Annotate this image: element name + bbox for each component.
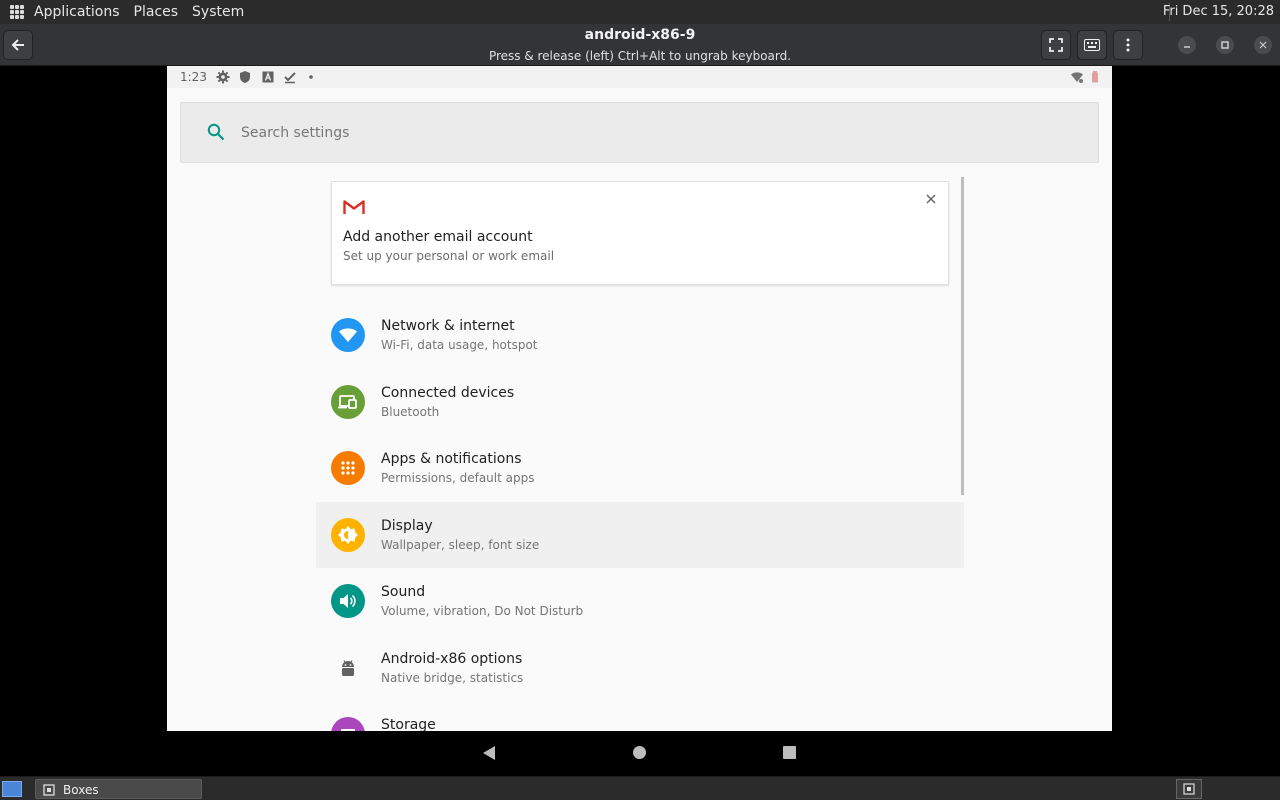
show-desktop-button[interactable] <box>2 781 22 797</box>
shield-icon <box>240 71 250 83</box>
setting-title: Display <box>381 517 433 534</box>
more-vertical-icon <box>1126 38 1130 52</box>
setting-subtitle: Bluetooth <box>381 404 440 419</box>
setting-android-x86-options[interactable]: Android-x86 options Native bridge, stati… <box>316 635 964 702</box>
close-icon <box>1259 41 1267 49</box>
setting-title: Storage <box>381 717 436 731</box>
setting-storage[interactable]: Storage <box>316 701 964 731</box>
taskbar-boxes-button[interactable]: Boxes <box>35 779 202 799</box>
maximize-icon <box>1221 41 1229 49</box>
gmail-icon <box>343 200 365 214</box>
applications-menu[interactable]: Applications <box>34 4 120 20</box>
minimize-icon <box>1184 46 1190 48</box>
status-time: 1:23 <box>180 70 207 84</box>
setting-title: Network & internet <box>381 318 515 334</box>
applications-grid-icon[interactable] <box>10 5 24 19</box>
task-label: Boxes <box>63 783 99 797</box>
search-icon <box>207 123 225 141</box>
system-menu[interactable]: System <box>192 4 244 20</box>
storage-icon <box>331 717 365 731</box>
checkmark-icon <box>284 72 296 84</box>
settings-gear-icon <box>216 70 230 84</box>
fullscreen-icon <box>1049 38 1063 52</box>
top-panel: Applications Places System Fri Dec 15, 2… <box>0 0 1280 24</box>
maximize-button[interactable] <box>1216 36 1234 54</box>
setting-network-internet[interactable]: Network & internet Wi-Fi, data usage, ho… <box>316 302 964 369</box>
setting-title: Connected devices <box>381 384 515 401</box>
search-placeholder: Search settings <box>241 125 350 141</box>
android-nav-bar <box>167 731 1112 775</box>
setting-subtitle: Permissions, default apps <box>381 471 535 485</box>
setting-apps-notifications[interactable]: Apps & notifications Permissions, defaul… <box>316 435 964 502</box>
font-a-icon <box>262 71 274 83</box>
setting-title: Sound <box>381 584 426 600</box>
setting-subtitle: Native bridge, statistics <box>381 670 524 685</box>
volume-icon <box>331 584 365 618</box>
brightness-icon <box>331 517 365 552</box>
android-status-bar: 1:23 <box>167 66 1112 88</box>
suggestion-subtitle: Set up your personal or work email <box>343 249 555 263</box>
dot-icon <box>309 75 313 79</box>
dismiss-suggestion-button[interactable] <box>922 190 940 208</box>
workspace-switcher[interactable] <box>1176 779 1202 799</box>
wifi-icon <box>331 318 365 352</box>
android-icon <box>331 651 365 685</box>
boxes-app-icon <box>43 784 55 796</box>
clock[interactable]: Fri Dec 15, 20:28 <box>1163 4 1274 19</box>
android-screen[interactable]: 1:23 Search settings Add another email a… <box>167 66 1112 731</box>
close-icon <box>926 194 936 204</box>
keyboard-button[interactable] <box>1077 30 1107 60</box>
close-window-button[interactable] <box>1254 36 1272 54</box>
setting-connected-devices[interactable]: Connected devices Bluetooth <box>316 369 964 436</box>
search-settings-bar[interactable]: Search settings <box>180 102 1099 163</box>
places-menu[interactable]: Places <box>134 4 179 20</box>
minimize-button[interactable] <box>1178 36 1196 54</box>
setting-subtitle: Volume, vibration, Do Not Disturb <box>381 604 584 618</box>
settings-list: Network & internet Wi-Fi, data usage, ho… <box>316 302 964 731</box>
keyboard-icon <box>1084 39 1100 51</box>
bottom-taskbar: Boxes <box>0 776 1280 800</box>
suggestion-title: Add another email account <box>343 229 533 245</box>
apps-icon <box>331 451 365 485</box>
nav-recents-button[interactable] <box>783 746 796 759</box>
nav-home-button[interactable] <box>633 746 646 759</box>
menu-button[interactable] <box>1113 30 1143 60</box>
setting-sound[interactable]: Sound Volume, vibration, Do Not Disturb <box>316 568 964 635</box>
setting-subtitle: Wallpaper, sleep, font size <box>381 537 540 552</box>
window-header-bar: android-x86-9 Press & release (left) Ctr… <box>0 24 1280 66</box>
setting-title: Android-x86 options <box>381 650 523 667</box>
suggestion-card[interactable]: Add another email account Set up your pe… <box>331 181 949 285</box>
setting-subtitle: Wi-Fi, data usage, hotspot <box>381 338 538 352</box>
workspace-icon <box>1183 783 1195 795</box>
wifi-status-icon <box>1071 72 1083 83</box>
fullscreen-button[interactable] <box>1041 30 1071 60</box>
nav-back-button[interactable] <box>482 745 496 761</box>
battery-icon <box>1092 71 1098 83</box>
setting-display[interactable]: Display Wallpaper, sleep, font size <box>316 501 964 568</box>
devices-icon <box>331 384 365 419</box>
setting-title: Apps & notifications <box>381 451 522 467</box>
